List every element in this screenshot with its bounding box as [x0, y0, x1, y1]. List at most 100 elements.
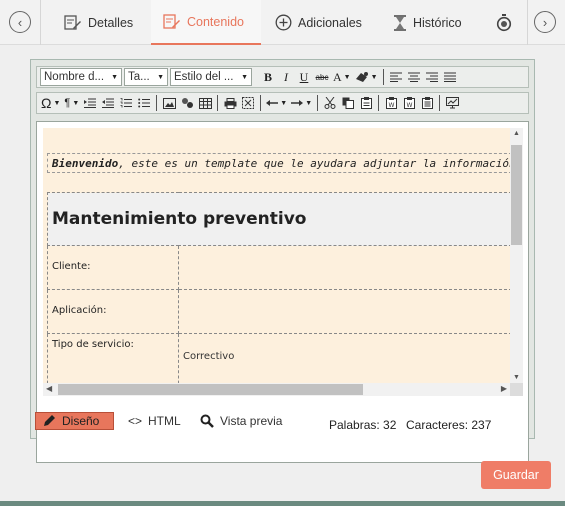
italic-button[interactable]: I: [278, 68, 294, 86]
monitor-icon: [445, 97, 459, 109]
toolbar-row-2: Ω ▼ ¶ ▼ ▼ ▼ W W: [36, 92, 529, 114]
paste-button[interactable]: [358, 94, 374, 112]
char-count: Caracteres: 237: [406, 418, 491, 432]
font-color-button[interactable]: A ▼: [332, 68, 352, 86]
svg-text:W: W: [388, 102, 394, 109]
document-title[interactable]: Mantenimiento preventivo: [47, 192, 510, 246]
insert-table-button[interactable]: [197, 94, 213, 112]
chevron-down-icon: ▼: [305, 99, 313, 107]
tab-historico[interactable]: Histórico: [381, 0, 474, 45]
chevron-down-icon: ▼: [53, 99, 61, 107]
font-name-select[interactable]: Nombre d... ▼: [40, 68, 122, 86]
chevron-down-icon: ▼: [343, 73, 351, 81]
scroll-left-arrow-icon[interactable]: ◀: [46, 384, 52, 393]
tab-label: Contenido: [187, 14, 244, 29]
preview-screen-button[interactable]: [444, 94, 460, 112]
table-row: Mantenimiento preventivo: [47, 192, 510, 246]
scrollbar-thumb[interactable]: [58, 384, 363, 395]
tab-timer[interactable]: [492, 0, 516, 45]
row-label-cliente[interactable]: Cliente:: [47, 245, 179, 290]
document-table: Mantenimiento preventivo Cliente: Aplica…: [47, 192, 510, 383]
toolbar-separator: [439, 95, 441, 111]
undo-button[interactable]: ▼: [265, 94, 288, 112]
align-right-button[interactable]: [424, 68, 440, 86]
insert-image-button[interactable]: [161, 94, 177, 112]
vertical-scrollbar[interactable]: ▲ ▼: [510, 128, 523, 383]
insert-gallery-button[interactable]: [179, 94, 195, 112]
toolbar-separator: [156, 95, 158, 111]
align-justify-button[interactable]: [442, 68, 458, 86]
preview-mode-button[interactable]: Vista previa: [194, 412, 288, 430]
design-mode-button[interactable]: Diseño: [35, 412, 114, 430]
strikethrough-button[interactable]: abc: [314, 68, 330, 86]
chars-value: 237: [471, 418, 492, 432]
special-char-button[interactable]: Ω ▼: [40, 94, 61, 112]
edit-document-icon: [64, 14, 81, 30]
align-center-icon: [407, 72, 420, 82]
cut-button[interactable]: [322, 94, 338, 112]
ordered-list-button[interactable]: [118, 94, 134, 112]
hourglass-icon: [394, 14, 406, 31]
align-center-button[interactable]: [406, 68, 422, 86]
timer-icon: [496, 13, 512, 31]
plus-circle-icon: [275, 14, 292, 31]
scroll-right-arrow-icon[interactable]: ▶: [501, 384, 507, 393]
paste-word-icon: W: [403, 97, 415, 109]
horizontal-scrollbar[interactable]: ◀ ▶: [43, 383, 510, 396]
toolbar-row-1: Nombre d... ▼ Ta... ▼ Estilo del ... ▼ B…: [36, 66, 529, 88]
tab-adicionales[interactable]: Adicionales: [263, 0, 374, 45]
align-left-button[interactable]: [388, 68, 404, 86]
save-button[interactable]: Guardar: [481, 461, 551, 489]
scroll-down-icon[interactable]: ▼: [512, 374, 521, 381]
scrollbar-corner: [510, 383, 523, 396]
row-value-aplicacion[interactable]: [178, 289, 510, 334]
table-icon: [198, 97, 212, 109]
highlight-color-button[interactable]: ▼: [354, 68, 379, 86]
copy-button[interactable]: [340, 94, 356, 112]
row-value-cliente[interactable]: [178, 245, 510, 290]
font-style-select[interactable]: Estilo del ... ▼: [170, 68, 252, 86]
redo-button[interactable]: ▼: [290, 94, 313, 112]
select-all-button[interactable]: [240, 94, 256, 112]
scrollbar-thumb[interactable]: [511, 145, 522, 245]
pencil-icon: [44, 415, 55, 426]
ordered-list-icon: [120, 98, 133, 108]
row-value-tipo-servicio[interactable]: Correctivo: [178, 333, 510, 383]
tab-contenido[interactable]: Contenido: [151, 0, 261, 45]
paste-word-button[interactable]: W: [401, 94, 417, 112]
paste-icon: [360, 97, 372, 109]
paragraph-button[interactable]: ¶ ▼: [63, 94, 80, 112]
paste-html-button[interactable]: [419, 94, 435, 112]
bullet-list-button[interactable]: [136, 94, 152, 112]
document-area[interactable]: Bienvenido, este es un template que le a…: [43, 128, 510, 383]
chevron-down-icon: ▼: [111, 73, 118, 81]
word-count: Palabras: 32: [329, 418, 396, 432]
indent-icon: [84, 98, 97, 108]
tab-label: Histórico: [413, 15, 462, 30]
chevron-down-icon: ▼: [370, 73, 378, 81]
print-button[interactable]: [222, 94, 238, 112]
chevron-down-icon: ▼: [280, 99, 288, 107]
font-name-value: Nombre d...: [44, 71, 105, 83]
outdent-button[interactable]: [100, 94, 116, 112]
scroll-left-icon[interactable]: ‹: [9, 11, 31, 33]
scroll-right-icon[interactable]: ›: [534, 11, 556, 33]
indent-button[interactable]: [82, 94, 98, 112]
omega-icon: Ω: [41, 95, 52, 111]
undo-icon: [266, 100, 279, 106]
table-row: Tipo de servicio: Correctivo: [47, 333, 510, 383]
tab-label: Detalles: [88, 15, 134, 30]
bold-button[interactable]: B: [260, 68, 276, 86]
search-icon: [200, 414, 214, 428]
tab-detalles[interactable]: Detalles: [52, 0, 145, 45]
gallery-icon: [181, 98, 193, 108]
toolbar-separator: [382, 69, 384, 85]
underline-button[interactable]: U: [296, 68, 312, 86]
toolbar-separator: [260, 95, 262, 111]
font-size-select[interactable]: Ta... ▼: [124, 68, 168, 86]
row-label-aplicacion[interactable]: Aplicación:: [47, 289, 179, 334]
html-mode-button[interactable]: <> HTML: [122, 412, 187, 430]
scroll-up-icon[interactable]: ▲: [512, 130, 521, 137]
paste-text-button[interactable]: W: [383, 94, 399, 112]
row-label-tipo-servicio[interactable]: Tipo de servicio:: [47, 333, 179, 383]
